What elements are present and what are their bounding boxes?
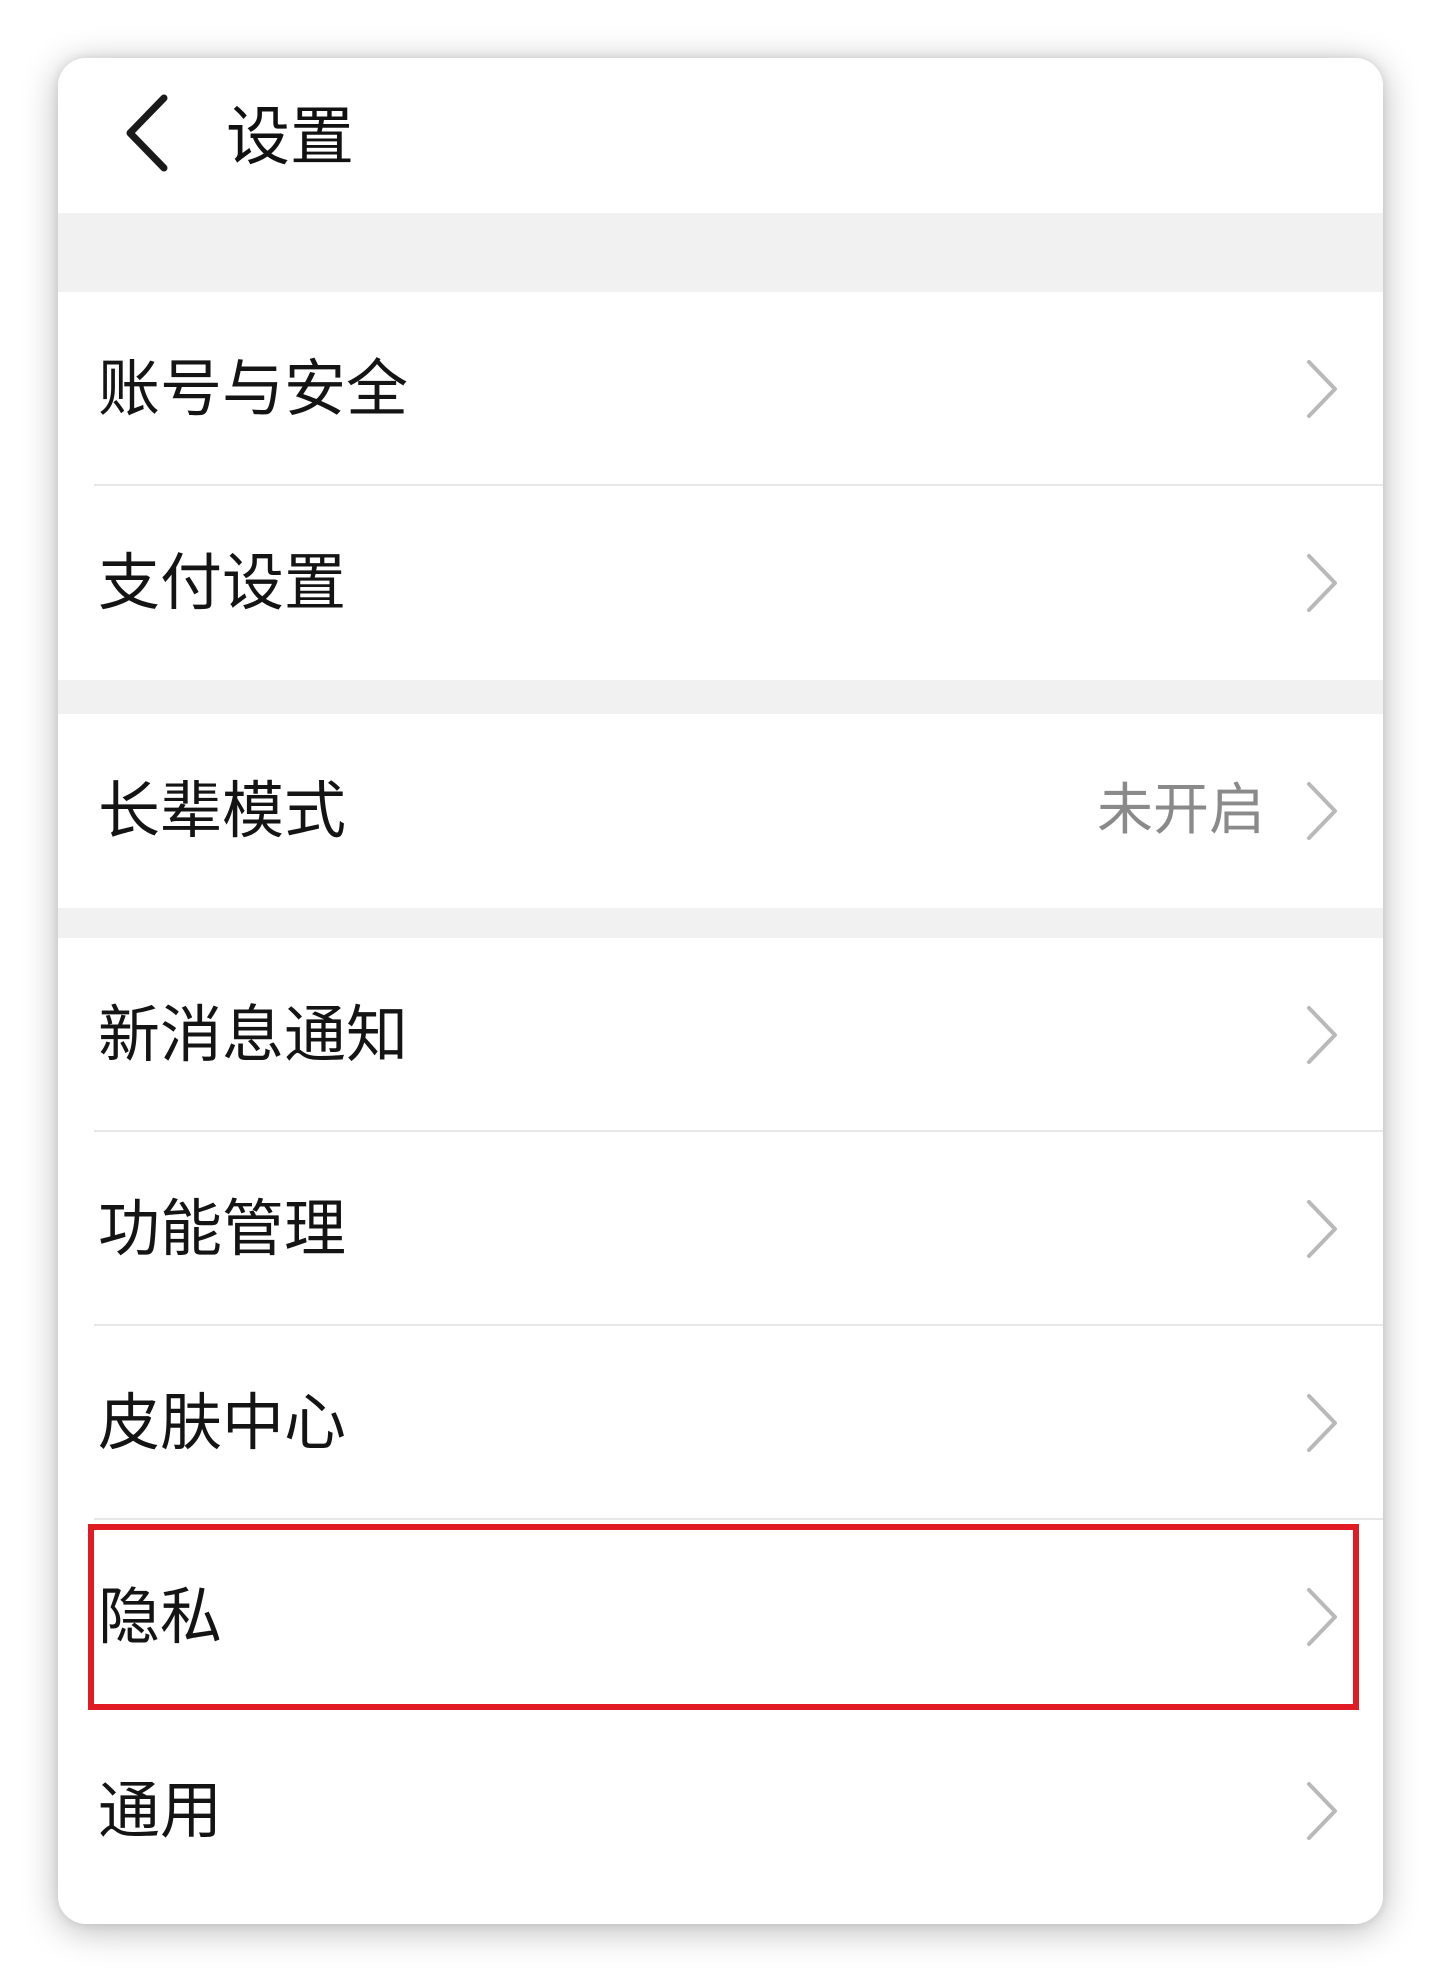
- settings-group-account: 账号与安全 支付设置: [58, 292, 1383, 680]
- chevron-right-icon: [1307, 1200, 1337, 1258]
- chevron-right-icon: [1307, 1394, 1337, 1452]
- settings-item-payment[interactable]: 支付设置: [58, 486, 1383, 680]
- settings-item-skin-center[interactable]: 皮肤中心: [58, 1326, 1383, 1520]
- settings-item-label: 新消息通知: [98, 998, 409, 1071]
- chevron-left-icon[interactable]: [118, 88, 178, 178]
- chevron-right-icon: [1307, 1782, 1337, 1840]
- settings-item-notifications[interactable]: 新消息通知: [58, 938, 1383, 1132]
- settings-item-account-security[interactable]: 账号与安全: [58, 292, 1383, 486]
- section-gap: [58, 680, 1383, 714]
- settings-item-label: 长辈模式: [98, 774, 347, 847]
- settings-item-general[interactable]: 通用: [58, 1714, 1383, 1908]
- settings-group-elder: 长辈模式 未开启: [58, 714, 1383, 908]
- header-bar: 设置: [58, 58, 1383, 213]
- chevron-right-icon: [1307, 554, 1337, 612]
- settings-item-privacy[interactable]: 隐私: [58, 1520, 1383, 1714]
- section-gap: [58, 213, 1383, 292]
- chevron-right-icon: [1307, 782, 1337, 840]
- settings-item-label: 皮肤中心: [98, 1386, 347, 1459]
- page-title: 设置: [226, 101, 354, 175]
- settings-group-general: 新消息通知 功能管理 皮肤中心 隐私 通用: [58, 938, 1383, 1908]
- chevron-right-icon: [1307, 360, 1337, 418]
- settings-item-label: 支付设置: [98, 546, 347, 619]
- settings-item-features[interactable]: 功能管理: [58, 1132, 1383, 1326]
- settings-card: 设置 账号与安全 支付设置 长辈模式 未开启 新消息通知 功能管理 皮肤中心 隐…: [58, 58, 1383, 1924]
- settings-item-label: 账号与安全: [98, 352, 409, 425]
- section-gap: [58, 908, 1383, 938]
- chevron-right-icon: [1307, 1006, 1337, 1064]
- elder-mode-status: 未开启: [1097, 778, 1265, 843]
- settings-item-label: 隐私: [98, 1580, 223, 1653]
- settings-item-elder-mode[interactable]: 长辈模式 未开启: [58, 714, 1383, 908]
- settings-item-label: 通用: [98, 1774, 223, 1847]
- settings-item-label: 功能管理: [98, 1192, 347, 1265]
- highlight-box: [88, 1524, 1359, 1710]
- chevron-right-icon: [1307, 1588, 1337, 1646]
